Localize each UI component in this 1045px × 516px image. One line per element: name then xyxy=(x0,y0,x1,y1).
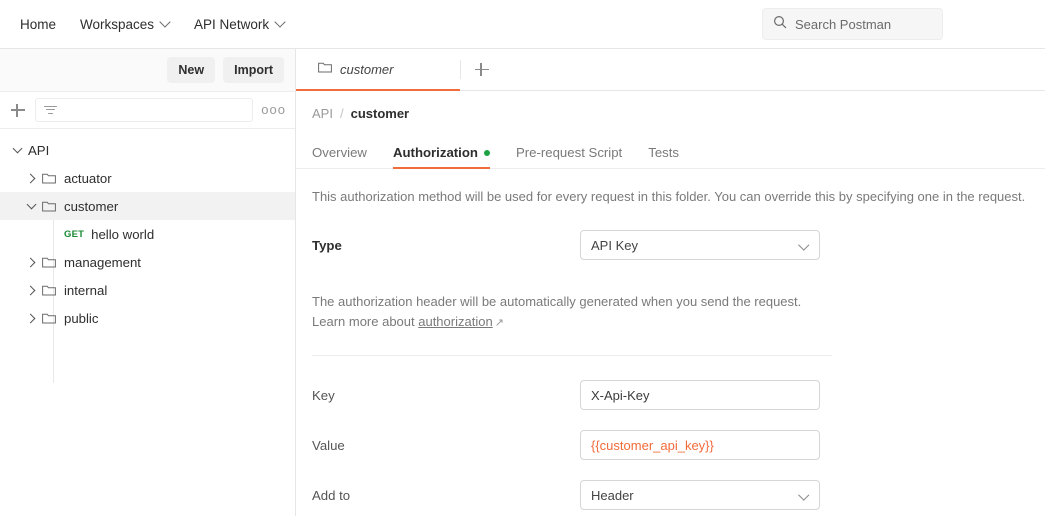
chevron-right-icon[interactable] xyxy=(20,314,42,322)
nav-item-api-network[interactable]: API Network xyxy=(184,11,295,38)
tree-item-management[interactable]: management xyxy=(0,248,295,276)
key-label: Key xyxy=(312,388,580,403)
top-navigation-bar: Home Workspaces API Network Search Postm… xyxy=(0,0,1045,49)
tab-tests-label: Tests xyxy=(648,145,679,160)
import-button[interactable]: Import xyxy=(223,57,284,83)
new-tab-button[interactable] xyxy=(461,49,503,90)
new-button[interactable]: New xyxy=(167,57,215,83)
auth-note-line-1: The authorization header will be automat… xyxy=(312,292,1045,312)
add-to-value: Header xyxy=(591,488,634,503)
chevron-down-icon xyxy=(276,18,285,27)
tab-authorization-label: Authorization xyxy=(393,145,478,160)
modified-indicator-dot xyxy=(484,150,490,156)
tab-overview-label: Overview xyxy=(312,145,367,160)
authorization-helper-text: This authorization method will be used f… xyxy=(296,169,1045,204)
tab-pre-request-script-label: Pre-request Script xyxy=(516,145,622,160)
folder-icon xyxy=(42,172,56,184)
breadcrumb-parent[interactable]: API xyxy=(312,106,333,121)
folder-subtab-bar: Overview Authorization Pre-request Scrip… xyxy=(296,135,1045,169)
tree-item-customer[interactable]: customer xyxy=(0,192,295,220)
form-row-value: Value {{customer_api_key}} xyxy=(312,430,1045,460)
plus-icon[interactable] xyxy=(9,101,27,119)
chevron-down-icon xyxy=(161,18,170,27)
authorization-learn-more-link[interactable]: authorization xyxy=(418,314,492,329)
more-options-icon[interactable]: ooo xyxy=(261,105,286,115)
api-key-key-value: X-Api-Key xyxy=(591,388,650,403)
sidebar: New Import ooo API actuator xyxy=(0,49,296,516)
breadcrumb: API / customer xyxy=(296,91,1045,135)
tree-item-hello-world[interactable]: GET hello world xyxy=(0,220,295,248)
auth-note: The authorization header will be automat… xyxy=(296,280,1045,333)
value-label: Value xyxy=(312,438,580,453)
top-nav-items: Home Workspaces API Network xyxy=(0,11,295,38)
search-input[interactable]: Search Postman xyxy=(762,8,943,40)
type-label: Type xyxy=(312,238,580,253)
auth-type-value: API Key xyxy=(591,238,638,253)
add-to-select[interactable]: Header xyxy=(580,480,820,510)
folder-icon xyxy=(42,256,56,268)
form-row-type: Type API Key xyxy=(312,230,1045,260)
tab-overview[interactable]: Overview xyxy=(312,145,367,168)
auth-note-prefix: Learn more about xyxy=(312,314,418,329)
chevron-down-icon xyxy=(800,241,809,250)
authorization-form: Type API Key xyxy=(296,204,1045,260)
nav-item-home[interactable]: Home xyxy=(10,11,66,38)
auth-note-line-2: Learn more about authorization↗ xyxy=(312,312,1045,333)
tree-item-customer-label: customer xyxy=(64,199,118,214)
tree-item-actuator-label: actuator xyxy=(64,171,112,186)
add-to-label: Add to xyxy=(312,488,580,503)
tree-item-public-label: public xyxy=(64,311,98,326)
folder-icon xyxy=(42,284,56,296)
tree-item-hello-world-label: hello world xyxy=(91,227,154,242)
nav-item-api-network-label: API Network xyxy=(194,17,269,32)
tab-pre-request-script[interactable]: Pre-request Script xyxy=(516,145,622,168)
chevron-down-icon[interactable] xyxy=(20,202,42,210)
tab-authorization[interactable]: Authorization xyxy=(393,145,490,168)
chevron-right-icon[interactable] xyxy=(20,258,42,266)
breadcrumb-current: customer xyxy=(351,106,410,121)
nav-item-workspaces-label: Workspaces xyxy=(80,17,154,32)
api-key-value-value: {{customer_api_key}} xyxy=(591,438,714,453)
chevron-down-icon[interactable] xyxy=(6,146,28,154)
folder-icon xyxy=(42,312,56,324)
chevron-down-icon xyxy=(800,491,809,500)
chevron-right-icon[interactable] xyxy=(20,174,42,182)
tree-item-api-label: API xyxy=(28,143,49,158)
request-method-badge: GET xyxy=(64,229,84,240)
tree-item-internal-label: internal xyxy=(64,283,107,298)
plus-icon xyxy=(473,61,491,79)
document-tab-label: customer xyxy=(340,62,393,77)
form-row-key: Key X-Api-Key xyxy=(312,380,1045,410)
search-placeholder-text: Search Postman xyxy=(795,17,891,32)
search-icon xyxy=(773,15,787,34)
folder-icon xyxy=(42,200,56,212)
external-link-arrow-icon: ↗ xyxy=(495,317,504,329)
auth-type-select[interactable]: API Key xyxy=(580,230,820,260)
api-key-fields: Key X-Api-Key Value {{customer_api_key}}… xyxy=(296,356,1045,510)
main-content-area: customer API / customer Overview Authori… xyxy=(296,49,1045,516)
filter-input[interactable] xyxy=(35,98,253,122)
tree-item-actuator[interactable]: actuator xyxy=(0,164,295,192)
filter-funnel-icon xyxy=(44,105,57,116)
nav-item-workspaces[interactable]: Workspaces xyxy=(70,11,180,38)
api-key-key-input[interactable]: X-Api-Key xyxy=(580,380,820,410)
folder-icon xyxy=(318,60,332,78)
tree-item-internal[interactable]: internal xyxy=(0,276,295,304)
document-tab-customer[interactable]: customer xyxy=(296,49,460,91)
sidebar-action-bar: New Import xyxy=(0,49,295,92)
document-tab-strip: customer xyxy=(296,49,1045,91)
form-row-add-to: Add to Header xyxy=(312,480,1045,510)
breadcrumb-separator: / xyxy=(340,106,344,121)
chevron-right-icon[interactable] xyxy=(20,286,42,294)
nav-item-home-label: Home xyxy=(20,17,56,32)
sidebar-filter-bar: ooo xyxy=(0,92,295,129)
tree-item-management-label: management xyxy=(64,255,141,270)
tree-item-public[interactable]: public xyxy=(0,304,295,332)
tree-item-api[interactable]: API xyxy=(0,136,295,164)
api-key-value-input[interactable]: {{customer_api_key}} xyxy=(580,430,820,460)
collection-tree: API actuator customer GET xyxy=(0,129,295,332)
tab-tests[interactable]: Tests xyxy=(648,145,679,168)
postman-app-window: Home Workspaces API Network Search Postm… xyxy=(0,0,1045,516)
